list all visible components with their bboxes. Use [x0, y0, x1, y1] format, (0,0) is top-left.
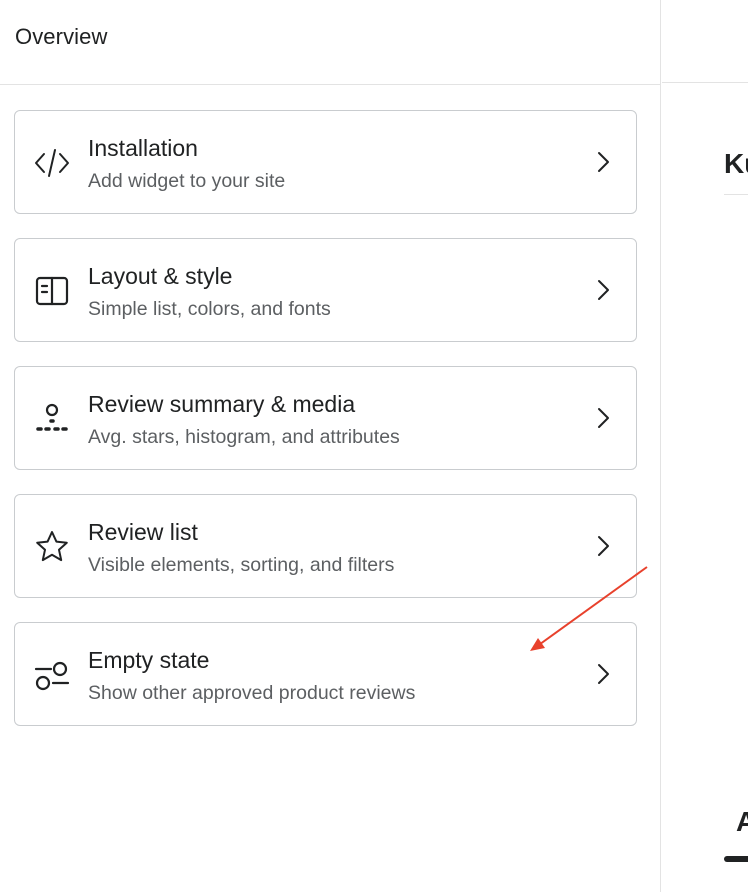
card-installation[interactable]: Installation Add widget to your site [14, 110, 637, 214]
settings-panel: Overview Installation Add widget to your… [0, 0, 661, 892]
preview-header [662, 0, 748, 83]
preview-tab[interactable]: A [736, 806, 748, 838]
code-icon [34, 145, 70, 181]
card-title: Layout & style [88, 263, 233, 289]
star-icon [34, 529, 70, 565]
card-title: Review list [88, 519, 198, 545]
empty-state-icon [34, 657, 70, 693]
card-title: Empty state [88, 647, 210, 673]
card-description: Visible elements, sorting, and filters [88, 554, 395, 576]
card-description: Simple list, colors, and fonts [88, 298, 331, 320]
preview-tab-underline [724, 856, 748, 862]
chevron-right-icon [590, 149, 616, 175]
card-layout-style[interactable]: Layout & style Simple list, colors, and … [14, 238, 637, 342]
layout-icon [34, 273, 70, 309]
preview-title: Ku [724, 148, 748, 179]
panel-header: Overview [0, 0, 660, 85]
card-review-list[interactable]: Review list Visible elements, sorting, a… [14, 494, 637, 598]
card-title: Review summary & media [88, 391, 356, 417]
card-review-summary[interactable]: Review summary & media Avg. stars, histo… [14, 366, 637, 470]
page-title: Overview [15, 24, 108, 49]
summary-icon [34, 401, 70, 437]
card-title: Installation [88, 135, 198, 161]
preview-panel: Ku A [662, 0, 748, 892]
card-description: Avg. stars, histogram, and attributes [88, 426, 400, 448]
chevron-right-icon [590, 661, 616, 687]
chevron-right-icon [590, 533, 616, 559]
chevron-right-icon [590, 405, 616, 431]
chevron-right-icon [590, 277, 616, 303]
card-description: Add widget to your site [88, 170, 286, 192]
preview-divider [724, 194, 748, 195]
card-empty-state[interactable]: Empty state Show other approved product … [14, 622, 637, 726]
settings-card-list: Installation Add widget to your site Lay… [14, 110, 637, 750]
card-description: Show other approved product reviews [88, 682, 416, 704]
